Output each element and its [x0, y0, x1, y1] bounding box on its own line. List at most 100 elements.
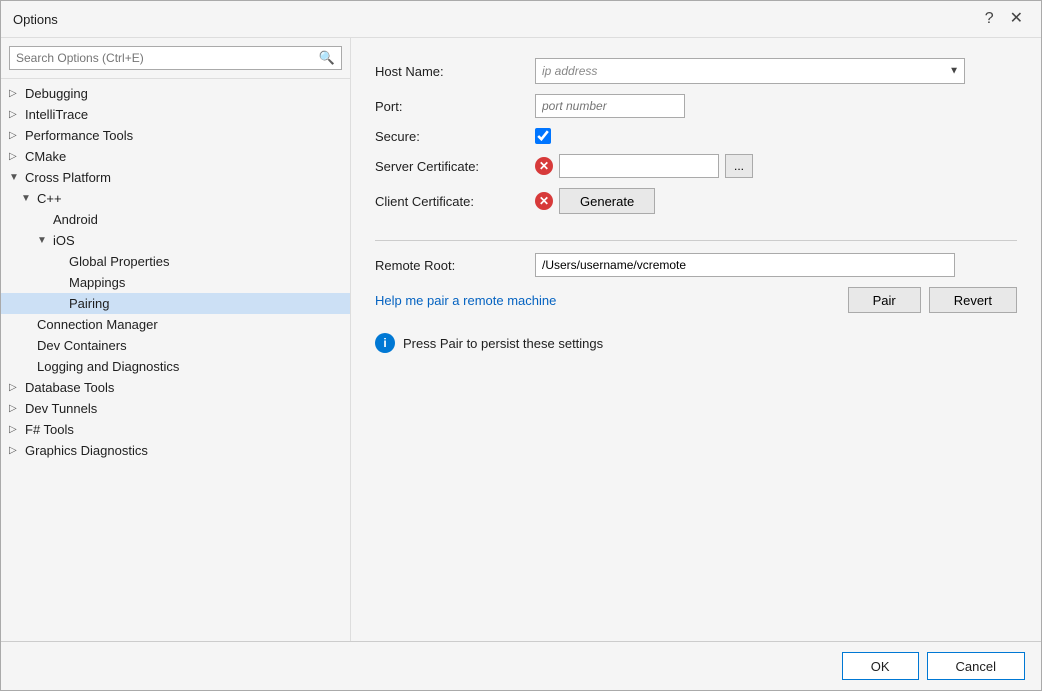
host-name-control: ip address ▼	[535, 58, 965, 84]
sidebar-item-mappings[interactable]: Mappings	[1, 272, 350, 293]
remote-root-row: Remote Root:	[375, 253, 1017, 277]
sidebar-item-global-properties[interactable]: Global Properties	[1, 251, 350, 272]
sidebar-item-label: Performance Tools	[25, 128, 133, 143]
remote-root-label: Remote Root:	[375, 258, 535, 273]
search-input-wrap: 🔍	[9, 46, 342, 70]
info-icon: i	[375, 333, 395, 353]
info-row: i Press Pair to persist these settings	[375, 333, 1017, 353]
expand-icon: ▼	[21, 193, 33, 204]
title-bar-left: Options	[13, 12, 58, 27]
sidebar-item-graphics-diagnostics[interactable]: ▷ Graphics Diagnostics	[1, 440, 350, 461]
client-cert-control: ✕ Generate	[535, 188, 655, 214]
sidebar-item-label: Pairing	[69, 296, 109, 311]
secure-label: Secure:	[375, 129, 535, 144]
remote-root-input[interactable]	[535, 253, 955, 277]
expand-icon: ▷	[9, 382, 21, 393]
help-button[interactable]: ?	[979, 9, 1000, 29]
sidebar-item-intellitrace[interactable]: ▷ IntelliTrace	[1, 104, 350, 125]
secure-checkbox[interactable]	[535, 128, 551, 144]
sidebar-item-database-tools[interactable]: ▷ Database Tools	[1, 377, 350, 398]
sidebar-item-label: Cross Platform	[25, 170, 111, 185]
sidebar-item-performance-tools[interactable]: ▷ Performance Tools	[1, 125, 350, 146]
sidebar-item-label: Logging and Diagnostics	[37, 359, 179, 374]
sidebar-item-label: Android	[53, 212, 98, 227]
revert-button[interactable]: Revert	[929, 287, 1017, 313]
remote-section: Remote Root: Help me pair a remote machi…	[375, 253, 1017, 313]
search-box: 🔍	[1, 38, 350, 79]
sidebar-item-label: Dev Tunnels	[25, 401, 97, 416]
generate-button[interactable]: Generate	[559, 188, 655, 214]
sidebar-item-dev-tunnels[interactable]: ▷ Dev Tunnels	[1, 398, 350, 419]
search-input[interactable]	[16, 51, 319, 65]
server-cert-browse-button[interactable]: ...	[725, 154, 753, 178]
dialog-footer: OK Cancel	[1, 641, 1041, 690]
sidebar-item-pairing[interactable]: Pairing	[1, 293, 350, 314]
server-cert-error-icon: ✕	[535, 157, 553, 175]
sidebar-item-android[interactable]: Android	[1, 209, 350, 230]
sidebar-item-label: C++	[37, 191, 62, 206]
sidebar-item-cmake[interactable]: ▷ CMake	[1, 146, 350, 167]
main-content: 🔍 ▷ Debugging ▷ IntelliTrace ▷ Performance To…	[1, 38, 1041, 641]
sidebar-item-cross-platform[interactable]: ▼ Cross Platform	[1, 167, 350, 188]
port-row: Port:	[375, 94, 1017, 118]
tree: ▷ Debugging ▷ IntelliTrace ▷ Performance Tool…	[1, 79, 350, 641]
sidebar-item-dev-containers[interactable]: Dev Containers	[1, 335, 350, 356]
client-cert-error-icon: ✕	[535, 192, 553, 210]
expand-icon: ▷	[9, 130, 21, 141]
server-cert-label: Server Certificate:	[375, 159, 535, 174]
sidebar: 🔍 ▷ Debugging ▷ IntelliTrace ▷ Performance To…	[1, 38, 351, 641]
expand-icon: ▷	[9, 424, 21, 435]
close-button[interactable]: ✕	[1004, 9, 1029, 29]
title-bar-right: ? ✕	[979, 9, 1029, 29]
host-name-dropdown[interactable]: ip address	[535, 58, 965, 84]
expand-icon: ▷	[9, 151, 21, 162]
info-text: Press Pair to persist these settings	[403, 336, 603, 351]
expand-icon: ▷	[9, 109, 21, 120]
sidebar-item-label: Dev Containers	[37, 338, 127, 353]
sidebar-item-label: Debugging	[25, 86, 88, 101]
port-input[interactable]	[535, 94, 685, 118]
search-icon: 🔍	[319, 50, 335, 66]
sidebar-item-ios[interactable]: ▼ iOS	[1, 230, 350, 251]
expand-icon: ▼	[37, 235, 49, 246]
expand-icon: ▷	[9, 403, 21, 414]
host-name-row: Host Name: ip address ▼	[375, 58, 1017, 84]
options-dialog: Options ? ✕ 🔍 ▷ Debugging ▷ IntelliTrace ▷ Pe…	[0, 0, 1042, 691]
sidebar-item-label: iOS	[53, 233, 75, 248]
server-cert-control: ✕ ...	[535, 154, 753, 178]
sidebar-item-label: CMake	[25, 149, 66, 164]
expand-icon: ▷	[9, 88, 21, 99]
server-cert-input[interactable]	[559, 154, 719, 178]
dialog-title: Options	[13, 12, 58, 27]
cancel-button[interactable]: Cancel	[927, 652, 1025, 680]
secure-checkbox-wrap	[535, 128, 551, 144]
sidebar-item-cpp[interactable]: ▼ C++	[1, 188, 350, 209]
sidebar-item-label: Mappings	[69, 275, 125, 290]
port-label: Port:	[375, 99, 535, 114]
sidebar-item-label: Database Tools	[25, 380, 114, 395]
host-name-dropdown-wrap: ip address ▼	[535, 58, 965, 84]
expand-icon: ▷	[9, 445, 21, 456]
sidebar-item-label: Graphics Diagnostics	[25, 443, 148, 458]
sidebar-item-connection-manager[interactable]: Connection Manager	[1, 314, 350, 335]
sidebar-item-label: Connection Manager	[37, 317, 158, 332]
form-section: Host Name: ip address ▼ Port:	[375, 58, 1017, 241]
pair-button[interactable]: Pair	[848, 287, 921, 313]
ok-button[interactable]: OK	[842, 652, 919, 680]
title-bar: Options ? ✕	[1, 1, 1041, 38]
host-name-label: Host Name:	[375, 64, 535, 79]
expand-icon: ▼	[9, 172, 21, 183]
help-row: Help me pair a remote machine Pair Rever…	[375, 287, 1017, 313]
sidebar-item-label: IntelliTrace	[25, 107, 88, 122]
secure-row: Secure:	[375, 128, 1017, 144]
help-pair-link[interactable]: Help me pair a remote machine	[375, 293, 556, 308]
port-control	[535, 94, 685, 118]
sidebar-item-debugging[interactable]: ▷ Debugging	[1, 83, 350, 104]
sidebar-item-label: F# Tools	[25, 422, 74, 437]
main-panel: Host Name: ip address ▼ Port:	[351, 38, 1041, 641]
client-cert-row: Client Certificate: ✕ Generate	[375, 188, 1017, 214]
sidebar-item-label: Global Properties	[69, 254, 169, 269]
sidebar-item-logging-and-diagnostics[interactable]: Logging and Diagnostics	[1, 356, 350, 377]
sidebar-item-fsharp-tools[interactable]: ▷ F# Tools	[1, 419, 350, 440]
client-cert-label: Client Certificate:	[375, 194, 535, 209]
